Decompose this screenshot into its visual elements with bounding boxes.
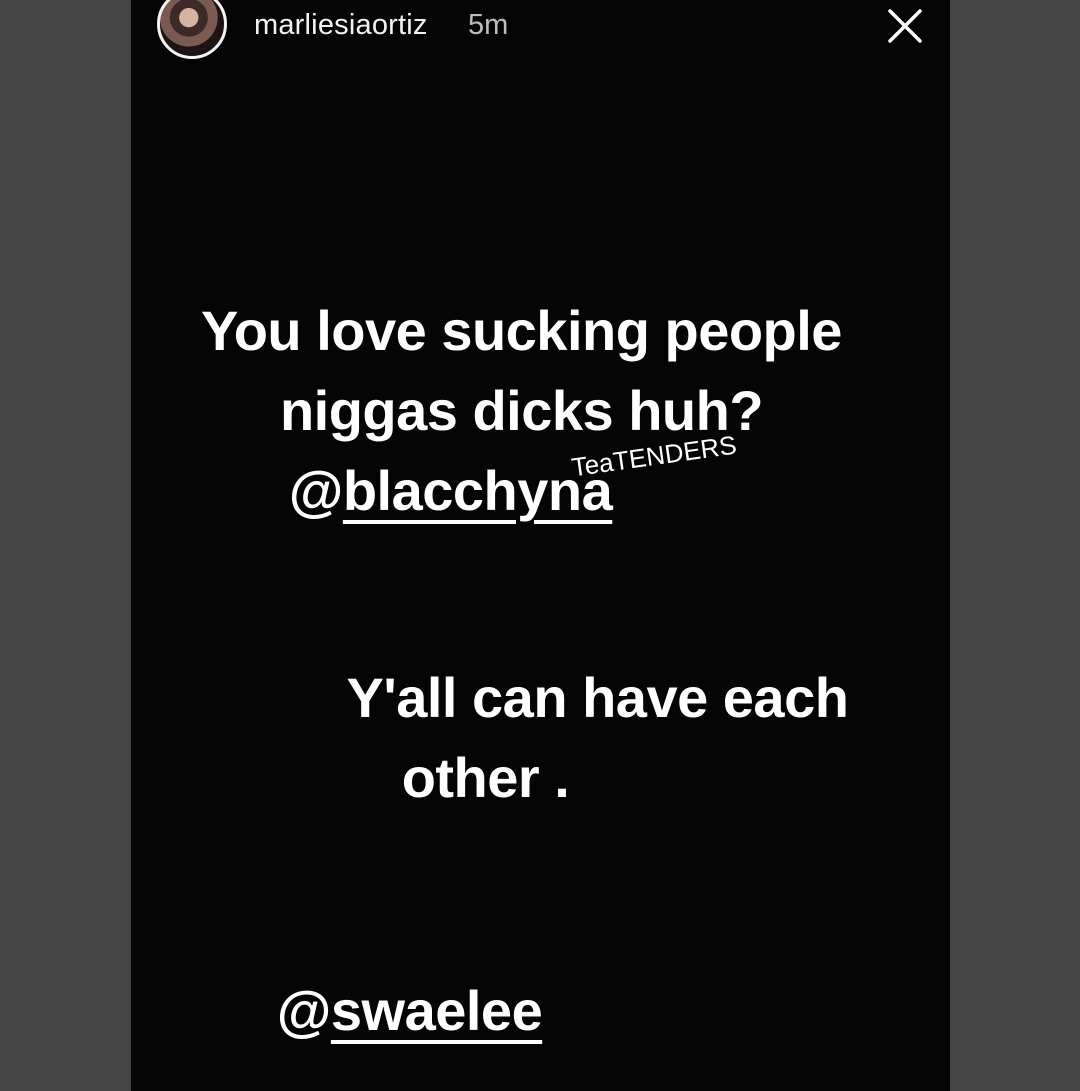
story-text-line: Y'all can have each	[346, 666, 849, 729]
mention-blacchyna[interactable]: @blacchyna	[131, 458, 860, 523]
story-view: marliesiaortiz 5m You love sucking peopl…	[131, 0, 950, 1091]
mention-prefix: @	[276, 979, 332, 1042]
story-text-line: niggas dicks huh?	[279, 379, 764, 442]
story-text-line: other .	[401, 746, 570, 809]
mention-prefix: @	[288, 459, 344, 522]
close-button[interactable]	[886, 7, 924, 45]
story-header: marliesiaortiz 5m	[131, 0, 950, 60]
username[interactable]: marliesiaortiz	[254, 9, 428, 42]
mention-swaelee[interactable]: @swaelee	[131, 978, 819, 1043]
close-icon	[888, 9, 922, 43]
story-text-line: You love sucking people	[201, 299, 842, 362]
mention-handle[interactable]: swaelee	[331, 979, 543, 1042]
post-time: 5m	[468, 9, 509, 41]
avatar[interactable]	[157, 0, 227, 59]
